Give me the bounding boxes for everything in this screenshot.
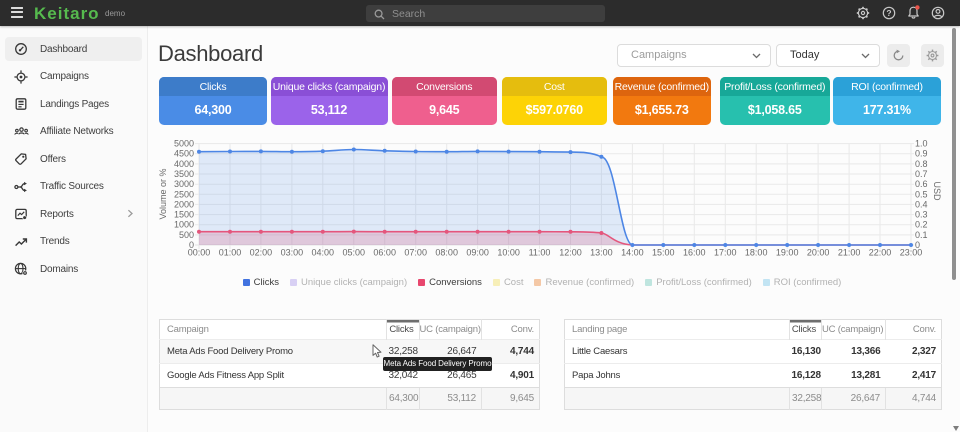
svg-text:0.3: 0.3 (915, 210, 928, 220)
svg-text:16:00: 16:00 (683, 248, 706, 258)
svg-text:12:00: 12:00 (559, 248, 582, 258)
svg-text:0.7: 0.7 (915, 169, 928, 179)
svg-text:0.8: 0.8 (915, 159, 928, 169)
svg-text:06:00: 06:00 (373, 248, 396, 258)
svg-text:04:00: 04:00 (312, 248, 335, 258)
svg-text:2500: 2500 (174, 189, 194, 199)
svg-text:15:00: 15:00 (652, 248, 675, 258)
svg-text:09:00: 09:00 (466, 248, 489, 258)
svg-text:14:00: 14:00 (621, 248, 644, 258)
svg-text:08:00: 08:00 (435, 248, 458, 258)
svg-text:?: ? (886, 8, 891, 18)
svg-text:10:00: 10:00 (497, 248, 520, 258)
svg-text:03:00: 03:00 (281, 248, 304, 258)
svg-text:19:00: 19:00 (776, 248, 799, 258)
svg-text:2000: 2000 (174, 199, 194, 209)
svg-text:17:00: 17:00 (714, 248, 737, 258)
svg-text:23:00: 23:00 (900, 248, 923, 258)
svg-text:05:00: 05:00 (343, 248, 366, 258)
svg-text:4000: 4000 (174, 159, 194, 169)
svg-text:0.9: 0.9 (915, 149, 928, 159)
svg-text:0.1: 0.1 (915, 230, 928, 240)
svg-text:0.4: 0.4 (915, 199, 928, 209)
svg-text:11:00: 11:00 (529, 248, 551, 258)
svg-text:21:00: 21:00 (838, 248, 861, 258)
svg-text:20:00: 20:00 (807, 248, 830, 258)
svg-text:3500: 3500 (174, 169, 194, 179)
svg-text:01:00: 01:00 (219, 248, 242, 258)
svg-text:02:00: 02:00 (250, 248, 273, 258)
svg-text:1000: 1000 (174, 220, 194, 230)
svg-text:07:00: 07:00 (404, 248, 427, 258)
svg-text:1.0: 1.0 (915, 139, 928, 149)
svg-text:18:00: 18:00 (745, 248, 768, 258)
svg-text:3000: 3000 (174, 179, 194, 189)
svg-text:5000: 5000 (174, 139, 194, 149)
svg-text:13:00: 13:00 (590, 248, 613, 258)
svg-text:0.2: 0.2 (915, 220, 928, 230)
svg-text:22:00: 22:00 (869, 248, 892, 258)
svg-text:USD: USD (932, 181, 942, 201)
svg-text:0.6: 0.6 (915, 179, 928, 189)
svg-text:1500: 1500 (174, 210, 194, 220)
svg-text:00:00: 00:00 (188, 248, 211, 258)
svg-text:500: 500 (179, 230, 194, 240)
svg-text:0.5: 0.5 (915, 189, 928, 199)
svg-text:Volume or %: Volume or % (158, 168, 168, 219)
svg-text:4500: 4500 (174, 149, 194, 159)
